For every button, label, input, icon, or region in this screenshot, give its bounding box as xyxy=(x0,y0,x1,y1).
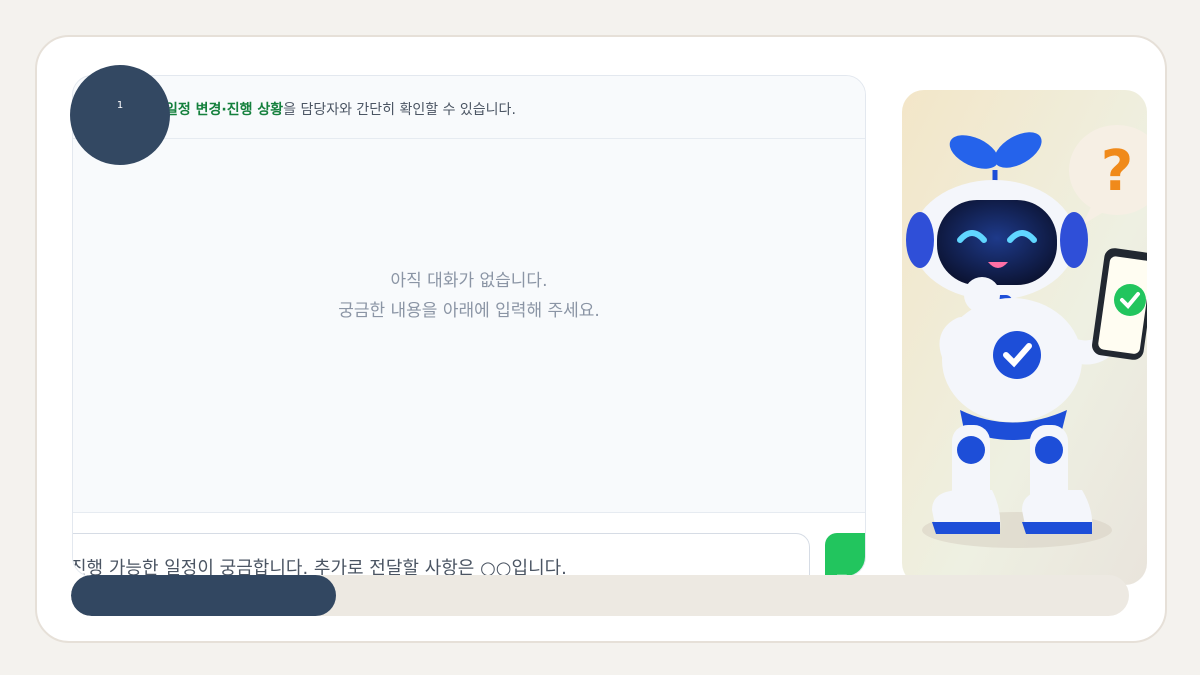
svg-text:?: ? xyxy=(1101,139,1133,204)
step-marker: 1 xyxy=(70,65,170,165)
robot-mascot-image: ? xyxy=(902,90,1147,585)
chat-header-text: 일정 변경·진행 상황을 담당자와 간단히 확인할 수 있습니다. xyxy=(165,99,516,119)
progress-fill xyxy=(71,575,336,616)
empty-state-line-1: 아직 대화가 없습니다. xyxy=(390,271,548,291)
message-input[interactable]: 진행 가능한 일정이 궁금합니다. 추가로 전달할 사항은 ○○입니다. xyxy=(72,533,810,577)
send-button[interactable]: 문의 보내기 xyxy=(825,533,865,576)
chat-panel: 일정 변경·진행 상황을 담당자와 간단히 확인할 수 있습니다. 아직 대화가… xyxy=(72,75,866,577)
input-bar: 진행 가능한 일정이 궁금합니다. 추가로 전달할 사항은 ○○입니다. 문의 … xyxy=(72,512,865,577)
message-input-text: 진행 가능한 일정이 궁금합니다. 추가로 전달할 사항은 ○○입니다. xyxy=(72,558,567,577)
chat-header: 일정 변경·진행 상황을 담당자와 간단히 확인할 수 있습니다. xyxy=(73,76,865,139)
empty-state: 아직 대화가 없습니다. 궁금한 내용을 아래에 입력해 주세요. xyxy=(73,266,865,326)
empty-state-line-2: 궁금한 내용을 아래에 입력해 주세요. xyxy=(338,301,600,321)
slide-frame: 일정 변경·진행 상황을 담당자와 간단히 확인할 수 있습니다. 아직 대화가… xyxy=(35,35,1167,643)
chat-header-rest: 을 담당자와 간단히 확인할 수 있습니다. xyxy=(283,102,516,118)
chat-header-highlight: 일정 변경·진행 상황 xyxy=(165,102,284,118)
progress-bar xyxy=(71,575,1129,616)
